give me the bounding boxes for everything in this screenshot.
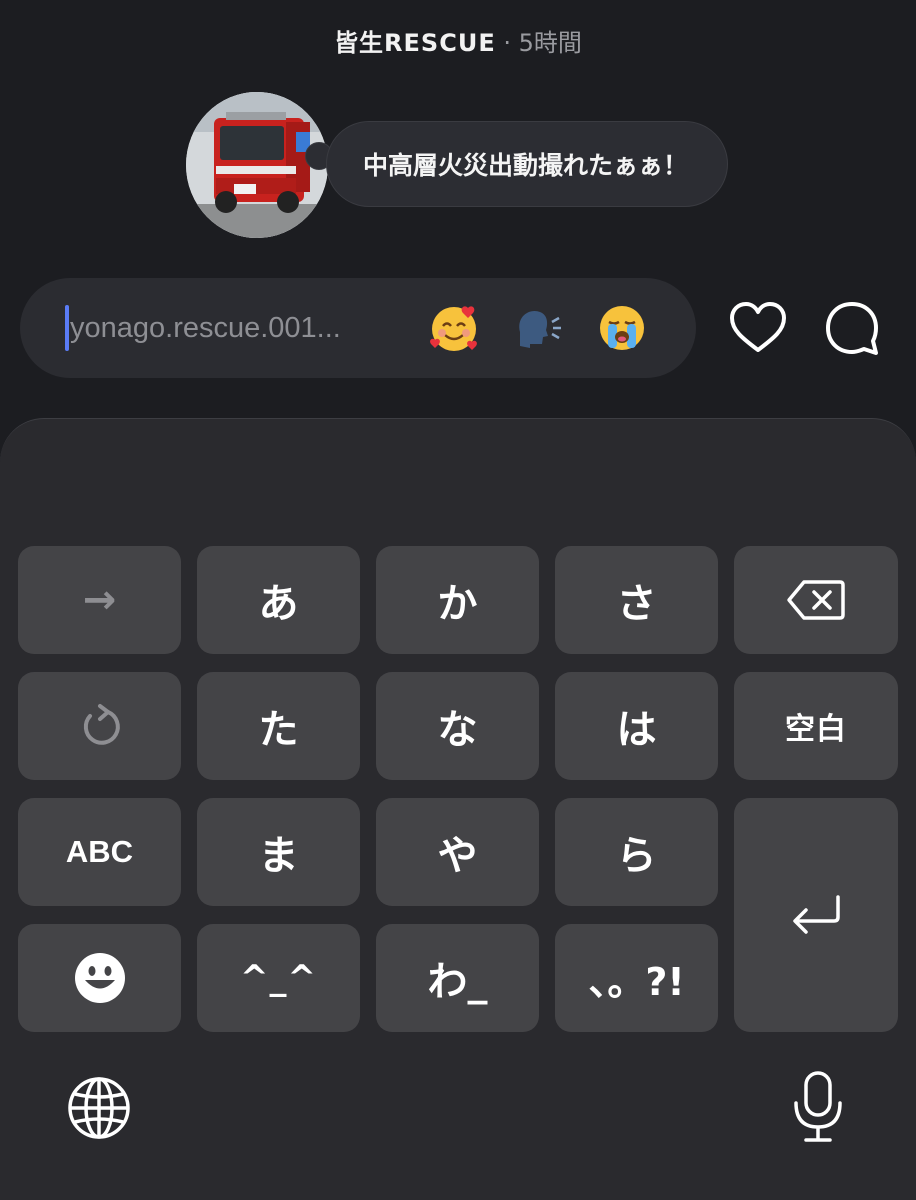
story-header: 皆生RESCUE · 5時間 [0,26,916,60]
key-sa[interactable]: さ [555,546,718,654]
speaking-head-emoji[interactable] [512,302,564,354]
story-username[interactable]: 皆生RESCUE [334,29,496,57]
reply-input-placeholder[interactable]: yonago.rescue.001... [70,306,341,350]
loudly-crying-face-emoji[interactable] [596,302,648,354]
globe-icon[interactable] [66,1075,132,1141]
heart-icon[interactable] [728,300,788,356]
key-na[interactable]: な [376,672,539,780]
key-ra[interactable]: ら [555,798,718,906]
key-a[interactable]: あ [197,546,360,654]
delete-key[interactable] [734,546,898,654]
story-time-ago: 5時間 [518,29,582,57]
reply-input-bar[interactable]: yonago.rescue.001... [20,278,696,378]
undo-key[interactable] [18,672,181,780]
key-ma[interactable]: ま [197,798,360,906]
delete-icon [787,580,845,620]
story-avatar[interactable] [186,92,328,238]
comment-icon[interactable] [822,298,882,358]
fire-truck-photo [186,92,328,238]
story-note-text: 中高層火災出動撮れたぁぁ！ [363,151,689,180]
key-ya[interactable]: や [376,798,539,906]
key-wa[interactable]: わ_ [376,924,539,1032]
story-reply-screen: 皆生RESCUE · 5時間 中高層火災出動撮れたぁぁ！ yonago.resc… [0,0,916,1200]
smiling-face-icon [74,953,125,1003]
smiling-face-with-hearts-emoji[interactable] [428,302,480,354]
key-ha[interactable]: は [555,672,718,780]
key-ta[interactable]: た [197,672,360,780]
text-caret [65,305,69,351]
return-icon [793,895,840,934]
key-ka[interactable]: か [376,546,539,654]
next-candidate-key[interactable]: → [18,546,181,654]
undo-icon [83,704,120,745]
japanese-flick-keyboard: → あ か さ た な は 空白 ABC ま や ら ^_^ わ_ 、。?! [0,418,916,1200]
story-note-bubble: 中高層火災出動撮れたぁぁ！ [326,121,728,207]
abc-key[interactable]: ABC [18,798,181,906]
header-separator: · [503,29,511,57]
emoji-key[interactable] [18,924,181,1032]
key-punctuation[interactable]: 、。?! [555,924,718,1032]
space-key[interactable]: 空白 [734,672,898,780]
return-key[interactable] [734,798,898,1032]
key-face-marks[interactable]: ^_^ [197,924,360,1032]
microphone-icon[interactable] [790,1069,846,1145]
